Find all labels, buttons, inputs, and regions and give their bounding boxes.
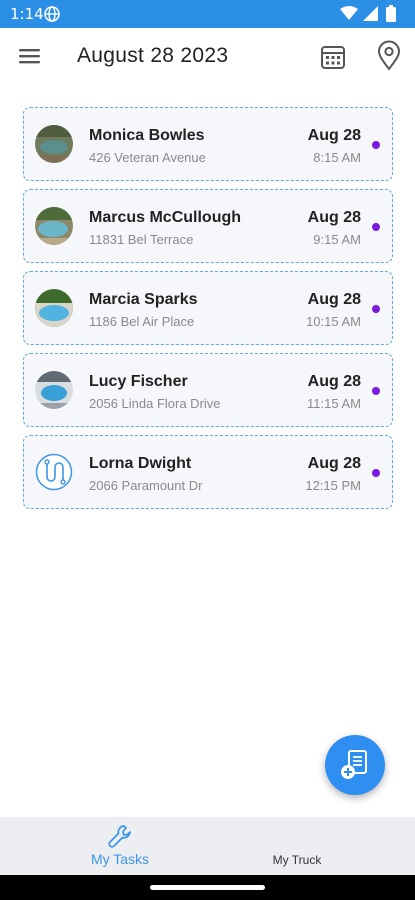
task-time: 8:15 AM (313, 150, 361, 165)
task-date: Aug 28 (307, 455, 361, 472)
globe-icon (44, 6, 60, 27)
wrench-icon (107, 823, 133, 854)
task-name: Lucy Fischer (89, 373, 188, 390)
status-dot (372, 305, 380, 313)
task-name: Marcus McCullough (89, 209, 242, 226)
status-time: 1:14 (10, 5, 44, 23)
task-card[interactable]: Lucy Fischer 2056 Linda Flora Drive Aug … (23, 353, 393, 427)
add-task-icon (341, 750, 367, 779)
pool-photo-avatar (35, 125, 73, 163)
calendar-icon[interactable] (318, 42, 348, 72)
nav-my-truck[interactable]: My Truck (237, 817, 357, 875)
task-date: Aug 28 (307, 291, 361, 308)
pool-photo-avatar (35, 371, 73, 409)
task-date: Aug 28 (307, 373, 361, 390)
task-name: Marcia Sparks (89, 291, 198, 308)
task-name: Monica Bowles (89, 127, 205, 144)
add-task-button[interactable] (325, 735, 385, 795)
task-address: 11831 Bel Terrace (89, 232, 194, 247)
status-dot (372, 223, 380, 231)
status-bar: 1:14 (0, 0, 415, 28)
task-card[interactable]: Monica Bowles 426 Veteran Avenue Aug 28 … (23, 107, 393, 181)
location-pin-icon[interactable] (374, 40, 404, 72)
pool-photo-avatar (35, 289, 73, 327)
home-gesture-bar[interactable] (150, 885, 265, 890)
task-address: 2066 Paramount Dr (89, 478, 203, 493)
task-date: Aug 28 (307, 209, 361, 226)
route-icon (35, 453, 73, 491)
task-list: Monica Bowles 426 Veteran Avenue Aug 28 … (23, 107, 393, 517)
app-bar: August 28 2023 (0, 28, 415, 86)
nav-my-tasks[interactable]: My Tasks (60, 817, 180, 875)
page-title: August 28 2023 (77, 44, 229, 67)
task-time: 10:15 AM (306, 314, 361, 329)
bottom-nav: My Tasks My Truck (0, 817, 415, 875)
signal-icon (363, 6, 379, 26)
task-address: 1186 Bel Air Place (89, 314, 195, 329)
nav-my-tasks-label: My Tasks (90, 851, 150, 867)
task-address: 2056 Linda Flora Drive (89, 396, 221, 411)
hamburger-menu-icon[interactable] (16, 42, 46, 72)
task-time: 11:15 AM (307, 396, 361, 411)
pool-photo-avatar (35, 207, 73, 245)
task-name: Lorna Dwight (89, 455, 192, 472)
system-nav-bar (0, 875, 415, 900)
task-time: 12:15 PM (305, 478, 361, 493)
task-card[interactable]: Lorna Dwight 2066 Paramount Dr Aug 28 12… (23, 435, 393, 509)
task-date: Aug 28 (307, 127, 361, 144)
task-address: 426 Veteran Avenue (89, 150, 206, 165)
wifi-icon (340, 6, 358, 26)
task-card[interactable]: Marcus McCullough 11831 Bel Terrace Aug … (23, 189, 393, 263)
battery-icon (386, 5, 396, 27)
status-dot (372, 469, 380, 477)
task-card[interactable]: Marcia Sparks 1186 Bel Air Place Aug 28 … (23, 271, 393, 345)
task-time: 9:15 AM (313, 232, 361, 247)
status-dot (372, 141, 380, 149)
status-dot (372, 387, 380, 395)
nav-my-truck-label: My Truck (272, 853, 322, 867)
